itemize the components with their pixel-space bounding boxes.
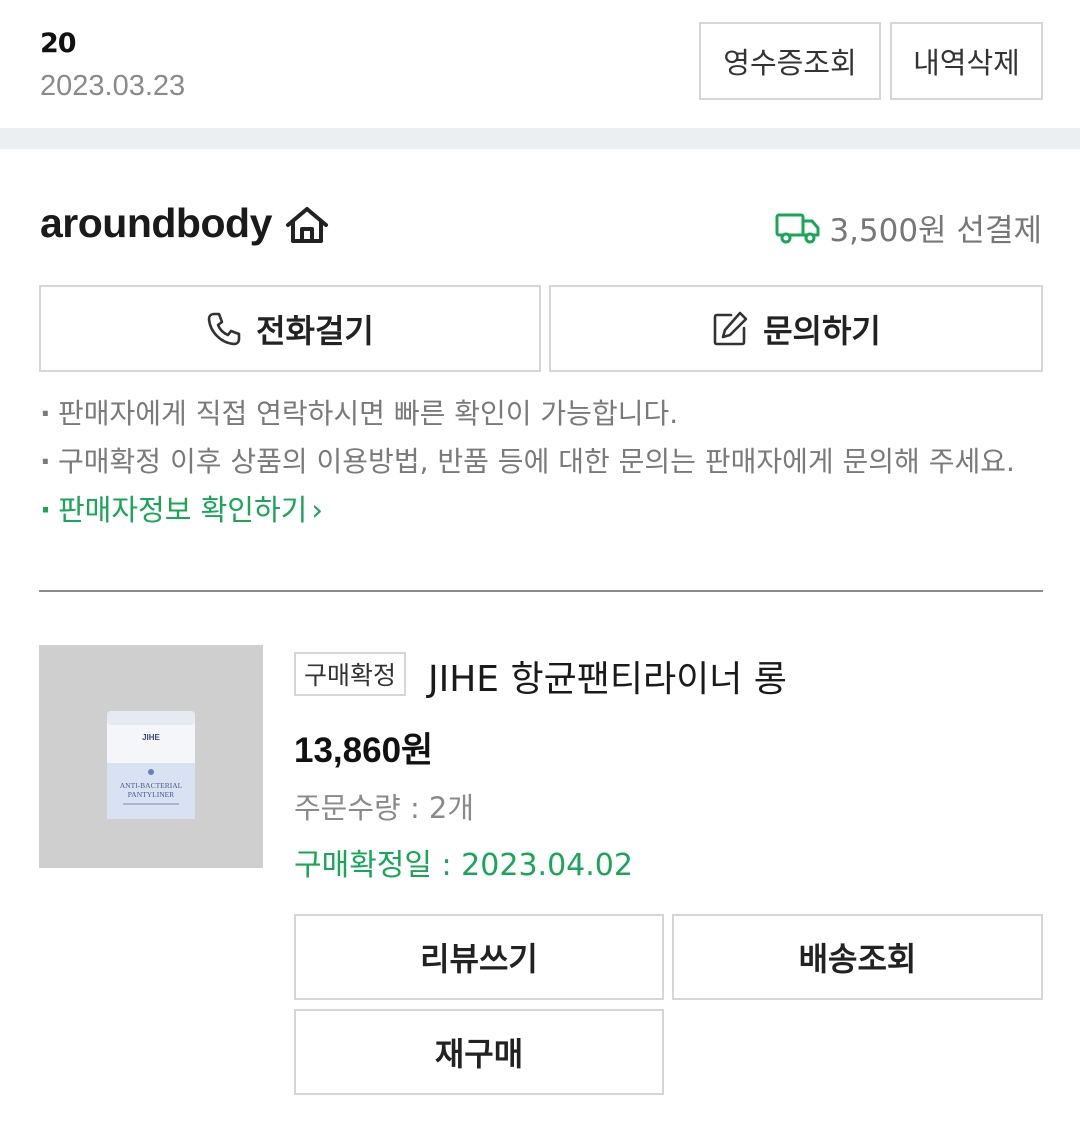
inquiry-button[interactable]: 문의하기 [549, 285, 1043, 372]
purchase-confirm-date: 구매확정일 : 2023.04.02 [294, 848, 633, 883]
shipping-fee: 3,500원 선결제 [775, 205, 1042, 250]
seller-info-link[interactable]: 판매자정보 확인하기› [40, 488, 1040, 532]
rebuy-button[interactable]: 재구매 [294, 1009, 664, 1095]
product-name[interactable]: JIHE 항균팬티라이너 롱 [428, 650, 787, 702]
seller-store-link[interactable]: aroundbody [40, 200, 330, 247]
order-date: 2023.03.23 [40, 70, 186, 102]
note-item: 구매확정 이후 상품의 이용방법, 반품 등에 대한 문의는 판매자에게 문의해… [40, 440, 1040, 484]
order-number: 20 [40, 28, 77, 59]
status-badge: 구매확정 [294, 652, 407, 696]
package-brand: JIHE [142, 733, 160, 742]
edit-icon [713, 311, 748, 345]
order-quantity: 주문수량 : 2개 [294, 791, 475, 825]
package-text: ANTI-BACTERIAL [120, 781, 183, 790]
product-image[interactable]: JIHE ANTI-BACTERIAL PANTYLINER [39, 645, 263, 868]
order-header: 20 2023.03.23 영수증조회 내역삭제 [0, 0, 1080, 128]
product-package-illustration: JIHE ANTI-BACTERIAL PANTYLINER [107, 711, 195, 819]
divider [39, 590, 1043, 592]
chevron-right-icon: › [311, 493, 323, 527]
receipt-button[interactable]: 영수증조회 [699, 22, 881, 100]
note-item: 판매자에게 직접 연락하시면 빠른 확인이 가능합니다. [40, 392, 1040, 436]
home-icon [285, 206, 328, 243]
product-price: 13,860원 [294, 731, 434, 770]
truck-icon [775, 213, 820, 243]
shipping-text: 3,500원 선결제 [829, 213, 1042, 249]
track-delivery-button[interactable]: 배송조회 [672, 914, 1043, 1000]
call-label: 전화걸기 [256, 311, 374, 350]
inquiry-label: 문의하기 [763, 311, 881, 350]
phone-icon [207, 312, 241, 345]
seller-notes: 판매자에게 직접 연락하시면 빠른 확인이 가능합니다. 구매확정 이후 상품의… [40, 392, 1040, 536]
delete-history-button[interactable]: 내역삭제 [890, 22, 1043, 100]
section-divider-band [0, 128, 1080, 149]
seller-info-label: 판매자정보 확인하기 [58, 493, 308, 527]
seller-name: aroundbody [40, 200, 272, 246]
package-text: PANTYLINER [128, 790, 174, 799]
write-review-button[interactable]: 리뷰쓰기 [294, 914, 664, 1000]
call-button[interactable]: 전화걸기 [39, 285, 541, 372]
